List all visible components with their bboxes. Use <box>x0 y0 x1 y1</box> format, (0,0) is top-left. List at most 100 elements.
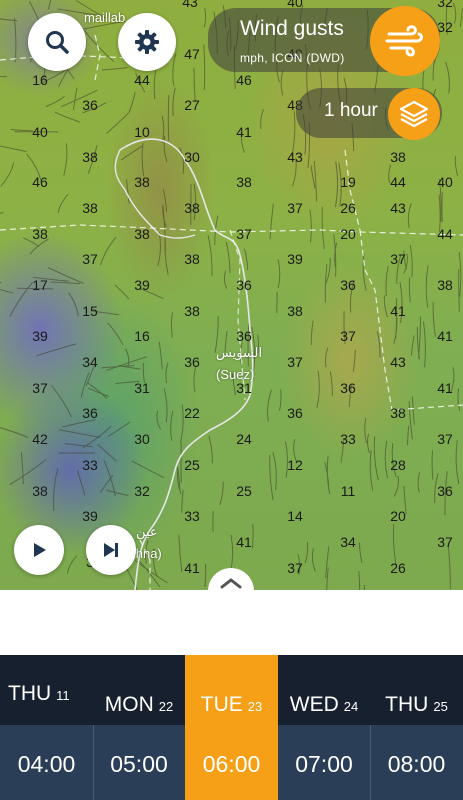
wind-value: 30 <box>184 149 200 165</box>
timeline-slot[interactable]: THU 11 04:00 <box>0 655 93 800</box>
wind-streamline <box>103 460 116 497</box>
wind-value: 36 <box>287 405 303 421</box>
wind-streamline <box>179 404 184 444</box>
layers-icon <box>399 100 429 128</box>
wind-streamline <box>383 295 388 318</box>
wind-streamline <box>432 302 436 337</box>
wind-streamline <box>366 433 371 454</box>
wind-streamline <box>36 343 77 357</box>
wind-value: 17 <box>32 277 48 293</box>
wind-streamline <box>455 440 460 485</box>
play-button[interactable] <box>14 525 64 575</box>
wind-streamline <box>141 143 145 176</box>
wind-streamline <box>454 156 459 176</box>
layer-button[interactable] <box>370 6 440 76</box>
wind-streamline <box>172 87 176 116</box>
wind-value: 34 <box>340 534 356 550</box>
wind-streamline <box>163 388 168 423</box>
day-label: THU 11 <box>8 682 70 705</box>
wind-streamline <box>385 265 389 297</box>
timeline-slot[interactable]: THU 25 08:00 <box>370 655 463 800</box>
wind-value: 43 <box>182 0 198 10</box>
wind-value: 38 <box>134 174 150 190</box>
place-label: (Suez) <box>216 367 255 382</box>
timeline-slot[interactable]: WED 24 07:00 <box>278 655 370 800</box>
wind-streamline <box>325 257 331 284</box>
search-button[interactable] <box>28 13 86 71</box>
wind-streamline <box>223 270 227 289</box>
wind-value: 12 <box>287 457 303 473</box>
wind-streamline <box>158 342 163 370</box>
wind-streamline <box>163 135 168 163</box>
wind-streamline <box>280 70 284 96</box>
wind-streamline <box>384 440 388 479</box>
wind-value: 32 <box>134 483 150 499</box>
wind-streamline <box>329 371 333 397</box>
wind-value: 38 <box>390 149 406 165</box>
hour-label: 04:00 <box>17 751 76 777</box>
wind-streamline <box>364 417 367 444</box>
settings-button[interactable] <box>118 13 176 71</box>
wind-streamline <box>193 367 196 393</box>
wind-streamline <box>411 396 415 425</box>
wind-streamline <box>9 282 33 318</box>
wind-streamline <box>128 91 136 114</box>
wind-value: 33 <box>184 508 200 524</box>
wind-streamline <box>230 534 234 572</box>
wind-streamline <box>21 452 24 485</box>
wind-value: 16 <box>134 328 150 344</box>
wind-streamline <box>392 524 397 566</box>
timeline[interactable]: THU 11 04:00 MON 22 05:00 TUE 23 06:00 WED 2… <box>0 655 463 800</box>
wind-streamline <box>10 129 34 132</box>
place-label: عين <box>136 524 158 539</box>
interval-button[interactable] <box>388 88 440 140</box>
hour-label: 06:00 <box>202 751 261 777</box>
wind-streamline <box>165 362 169 384</box>
wind-streamline <box>203 44 206 90</box>
wind-value: 25 <box>236 483 252 499</box>
wind-value: 25 <box>184 457 200 473</box>
wind-value: 38 <box>184 303 200 319</box>
wind-value: 44 <box>134 72 150 88</box>
wind-streamline <box>0 145 27 152</box>
skip-forward-button[interactable] <box>86 525 136 575</box>
wind-streamline <box>260 109 264 129</box>
timeline-slot-selected[interactable]: TUE 23 06:00 <box>185 655 278 800</box>
wind-streamline <box>352 349 356 372</box>
wind-value: 37 <box>390 251 406 267</box>
wind-value: 36 <box>437 483 453 499</box>
wind-streamline <box>407 203 412 229</box>
wind-streamline <box>0 162 15 187</box>
wind-streamline <box>106 489 129 496</box>
gear-icon <box>135 30 159 54</box>
wind-streamline <box>156 410 162 430</box>
place-label: السويس <box>216 345 263 360</box>
wind-value: 38 <box>184 251 200 267</box>
wind-streamline <box>0 427 29 438</box>
wind-value: 36 <box>236 328 252 344</box>
wind-value: 43 <box>390 200 406 216</box>
wind-streamline <box>172 53 177 86</box>
wind-value: 37 <box>236 226 252 242</box>
search-icon <box>46 31 69 54</box>
wind-streamline <box>134 560 168 584</box>
wind-value: 37 <box>287 354 303 370</box>
wind-streamline <box>161 115 165 144</box>
wind-value: 28 <box>390 457 406 473</box>
wind-streamline <box>107 421 131 438</box>
wind-streamline <box>72 87 78 111</box>
wind-streamline <box>207 234 213 277</box>
hour-label: 08:00 <box>387 751 446 777</box>
wind-value: 19 <box>340 174 356 190</box>
wind-streamline <box>407 425 410 446</box>
wind-value: 11 <box>340 483 356 499</box>
wind-streamline <box>409 245 413 278</box>
wind-value: 15 <box>82 303 98 319</box>
wind-streamline <box>97 443 117 462</box>
wind-streamline <box>269 203 274 240</box>
wind-value: 38 <box>236 174 252 190</box>
chevron-up-icon <box>220 578 242 589</box>
wind-map[interactable]: 4340321644474640323627484010414338383046… <box>0 0 463 590</box>
wind-streamline <box>181 489 184 513</box>
timeline-slot[interactable]: MON 22 05:00 <box>93 655 185 800</box>
